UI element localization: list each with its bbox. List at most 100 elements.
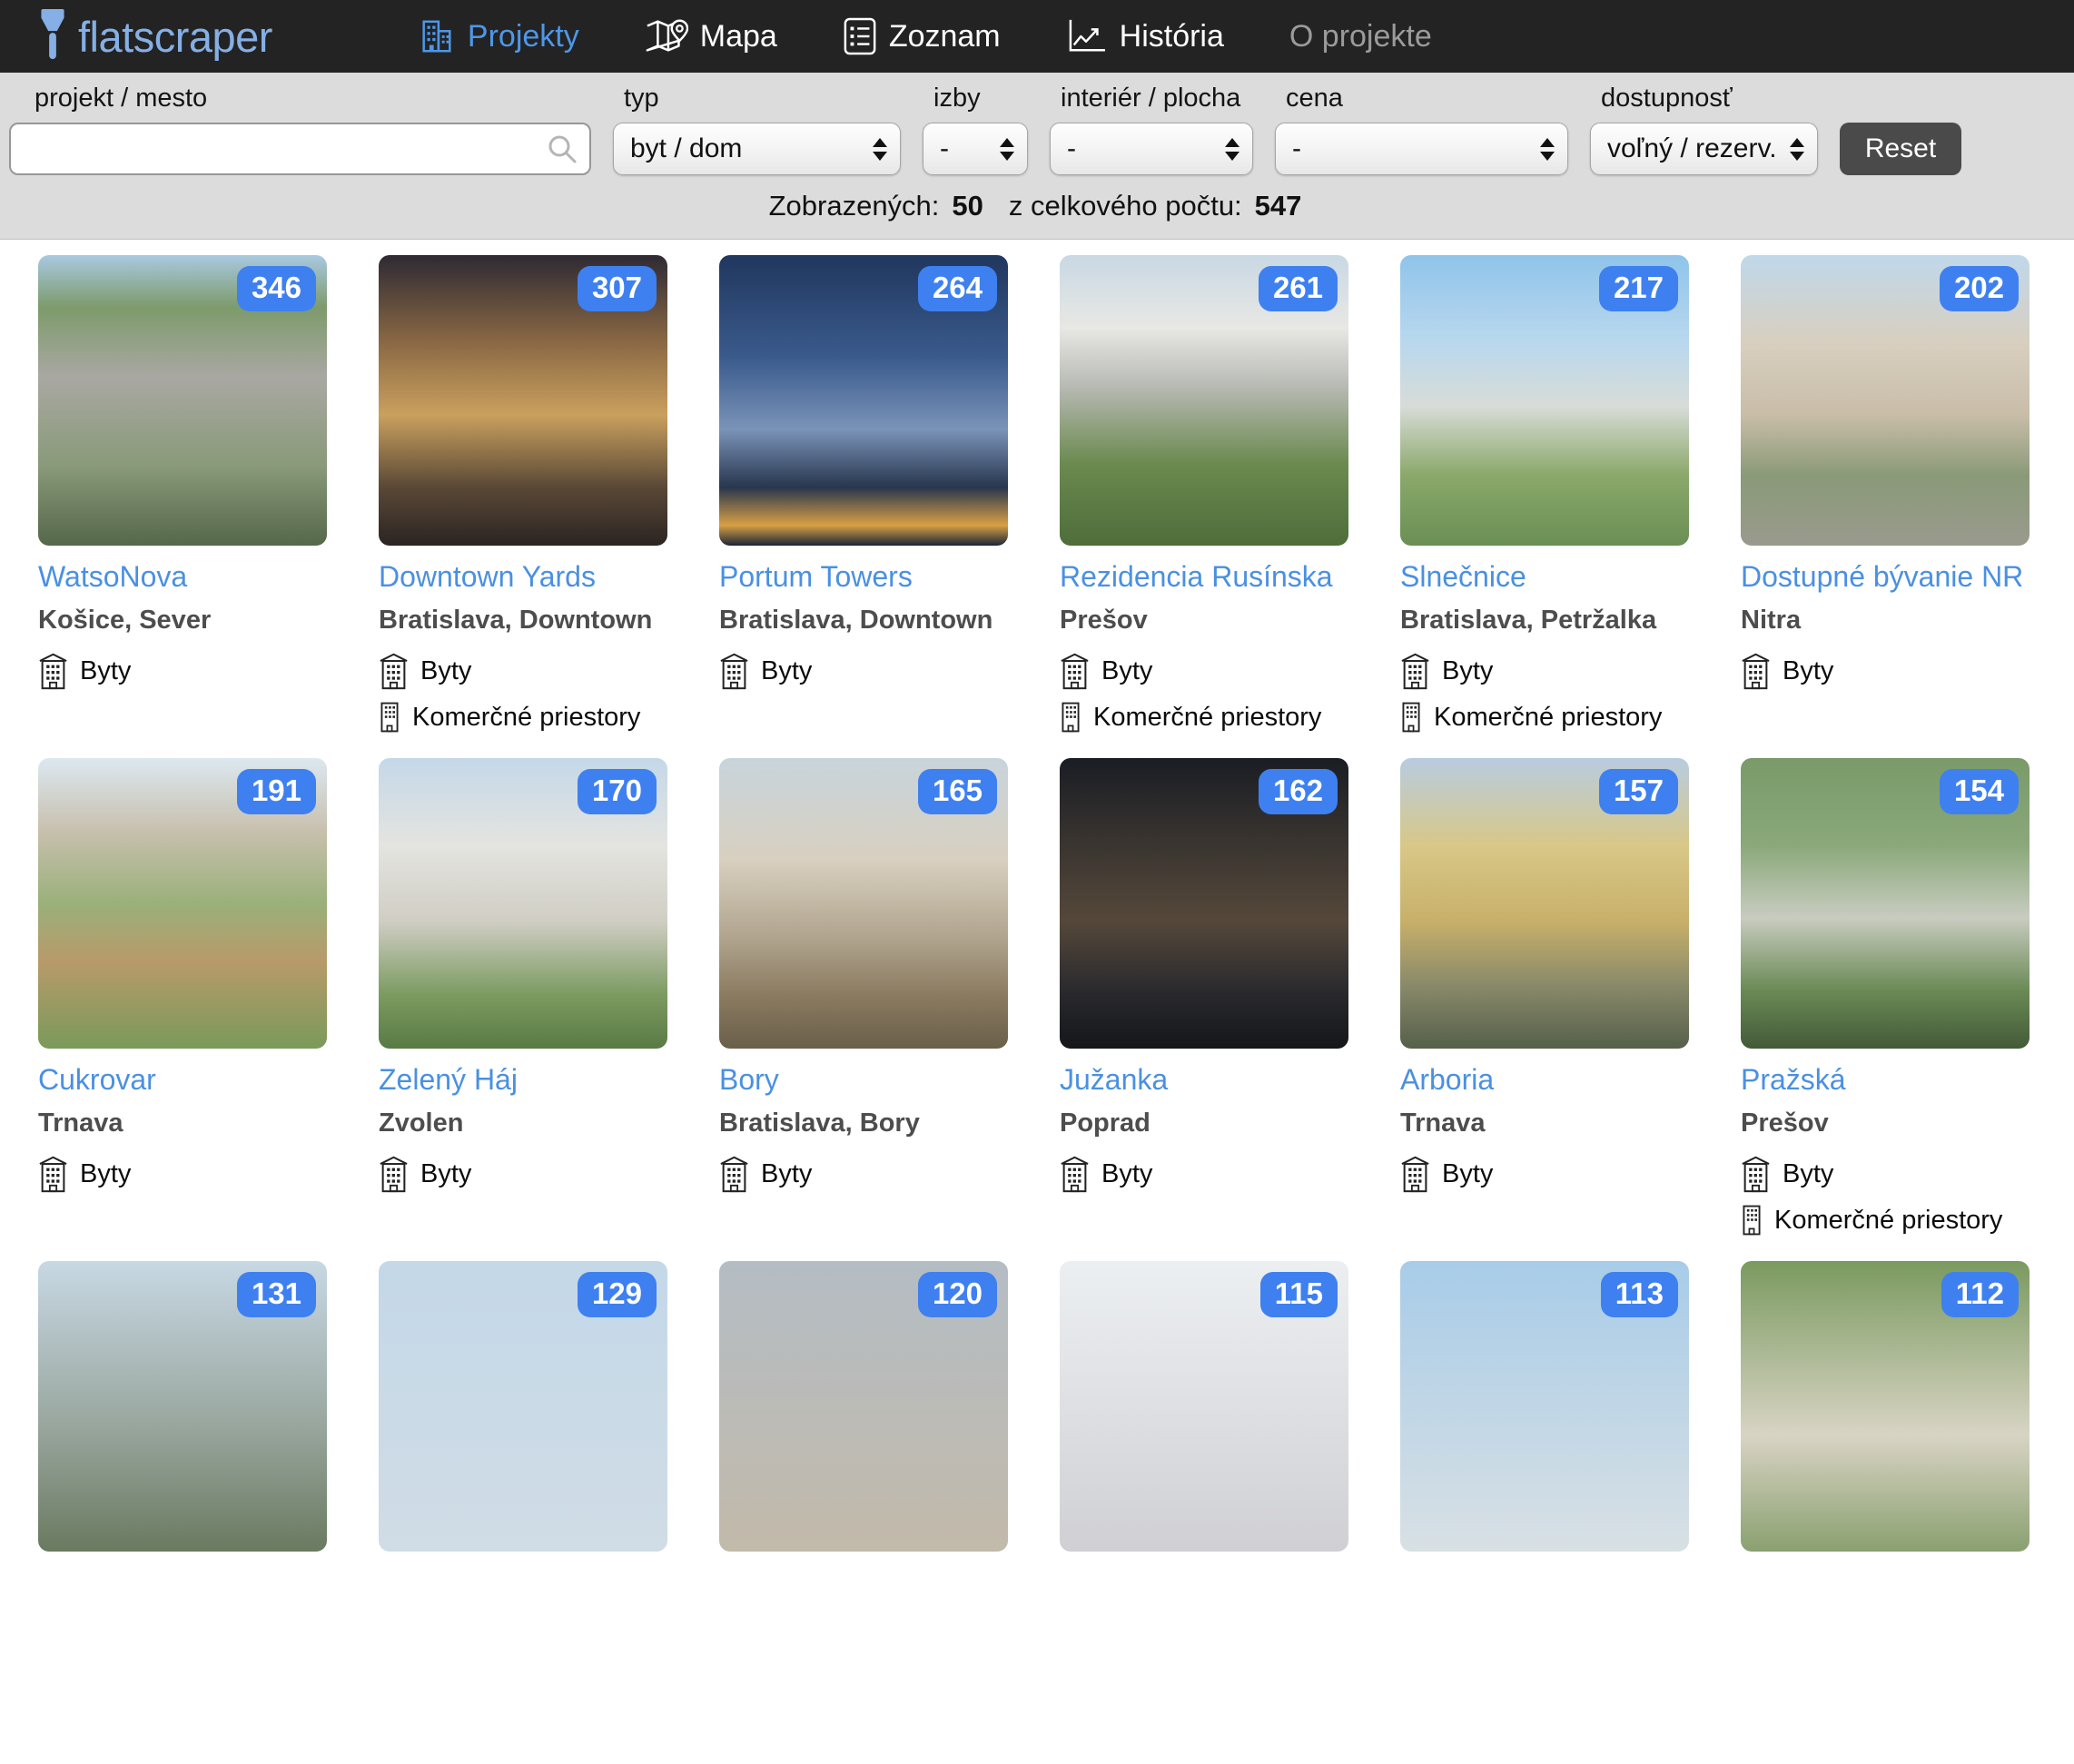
project-card: 131 [38,1261,327,1764]
scraper-logo-icon [40,8,65,65]
project-tags: Byty [1400,1155,1689,1193]
tag-label: Komerčné priestory [1093,703,1321,733]
shown-count: 50 [952,190,983,222]
unit-count-badge: 202 [1940,266,2019,311]
project-title-link[interactable]: Pražská [1741,1063,1846,1097]
nav-item-o-projekte[interactable]: O projekte [1289,19,1432,54]
apartments-icon [379,1155,409,1193]
apartments-icon [719,1155,749,1193]
search-input[interactable] [9,123,591,175]
project-photo[interactable]: 154 [1741,758,2030,1049]
nav-items: Projekty Mapa Zoznam História O projekte [418,17,1432,55]
project-title-link[interactable]: Bory [719,1063,779,1097]
unit-count-badge: 115 [1260,1272,1338,1317]
select-arrows-icon [873,138,887,161]
unit-count-badge: 131 [237,1272,316,1317]
brand-name: flatscraper [78,12,272,62]
apartments-icon [1400,1155,1430,1193]
project-photo[interactable]: 115 [1060,1261,1348,1552]
unit-count-badge: 112 [1941,1272,2019,1317]
brand-logo[interactable]: flatscraper [40,8,272,65]
project-card: 261 Rezidencia Rusínska Prešov Byty Kome… [1060,255,1348,758]
project-photo[interactable]: 131 [38,1261,327,1552]
project-photo[interactable]: 170 [379,758,667,1049]
project-photo[interactable]: 165 [719,758,1008,1049]
tag-byty: Byty [1741,652,2030,690]
project-location: Prešov [1741,1109,2030,1138]
project-title-link[interactable]: Portum Towers [719,560,913,594]
cena-select[interactable]: - [1275,123,1568,175]
project-grid: 346 WatsoNova Košice, Sever Byty 307 Dow… [0,240,2074,1764]
filter-bar: projekt / mesto typ byt / dom izby - [0,73,2074,240]
project-location: Bratislava, Downtown [379,606,667,636]
buildings-icon [418,17,456,55]
project-tags: Byty Komerčné priestory [1741,1155,2030,1237]
project-photo[interactable]: 307 [379,255,667,546]
project-photo[interactable]: 112 [1741,1261,2030,1552]
project-tags: Byty Komerčné priestory [379,652,667,734]
project-title-link[interactable]: Downtown Yards [379,560,596,594]
project-title-link[interactable]: Zelený Háj [379,1063,518,1097]
unit-count-badge: 162 [1259,769,1338,814]
project-title-link[interactable]: Južanka [1060,1063,1168,1097]
project-location: Trnava [38,1109,327,1138]
project-photo[interactable]: 191 [38,758,327,1049]
project-photo[interactable]: 162 [1060,758,1348,1049]
filter-group-typ: typ byt / dom [613,82,901,175]
project-photo[interactable]: 264 [719,255,1008,546]
tag-label: Byty [1783,1159,1833,1189]
project-photo[interactable]: 261 [1060,255,1348,546]
select-arrows-icon [1000,138,1014,161]
nav-item-historia[interactable]: História [1066,18,1224,54]
project-tags: Byty Komerčné priestory [1060,652,1348,734]
nav-item-mapa[interactable]: Mapa [645,17,777,55]
project-card: 157 Arboria Trnava Byty [1400,758,1689,1261]
map-icon [645,17,688,55]
project-card: 191 Cukrovar Trnava Byty [38,758,327,1261]
project-photo[interactable]: 120 [719,1261,1008,1552]
interier-select[interactable]: - [1050,123,1253,175]
project-location: Bratislava, Bory [719,1109,1008,1138]
apartments-icon [719,652,749,690]
filter-group-interier: interiér / plocha - [1050,82,1253,175]
project-photo[interactable]: 346 [38,255,327,546]
project-tags: Byty [1060,1155,1348,1193]
project-photo[interactable]: 129 [379,1261,667,1552]
project-photo[interactable]: 217 [1400,255,1689,546]
project-card: 202 Dostupné bývanie NR Nitra Byty [1741,255,2030,758]
project-card: 154 Pražská Prešov Byty Komerčné priesto… [1741,758,2030,1261]
dostupnost-select[interactable]: voľný / rezerv. [1590,123,1818,175]
project-title-link[interactable]: WatsoNova [38,560,187,594]
project-title-link[interactable]: Arboria [1400,1063,1494,1097]
project-title-link[interactable]: Slnečnice [1400,560,1526,594]
tag-label: Byty [761,656,812,686]
unit-count-badge: 217 [1599,266,1678,311]
project-card: 129 [379,1261,667,1764]
tag-komercne: Komerčné priestory [1400,701,1689,734]
nav-item-zoznam[interactable]: Zoznam [843,17,1001,55]
project-photo[interactable]: 113 [1400,1261,1689,1552]
tag-label: Byty [761,1159,812,1189]
project-title-link[interactable]: Cukrovar [38,1063,156,1097]
project-card: 113 [1400,1261,1689,1764]
nav-item-projekty[interactable]: Projekty [418,17,579,55]
project-card: 264 Portum Towers Bratislava, Downtown B… [719,255,1008,758]
apartments-icon [1060,1155,1090,1193]
project-card: 346 WatsoNova Košice, Sever Byty [38,255,327,758]
typ-select[interactable]: byt / dom [613,123,901,175]
project-photo[interactable]: 157 [1400,758,1689,1049]
apartments-icon [1741,1155,1771,1193]
reset-button[interactable]: Reset [1840,123,1961,175]
project-photo[interactable]: 202 [1741,255,2030,546]
tag-byty: Byty [38,652,327,690]
filter-group-dostupnost: dostupnosť voľný / rezerv. [1590,82,1818,175]
project-title-link[interactable]: Rezidencia Rusínska [1060,560,1333,594]
project-tags: Byty [379,1155,667,1193]
izby-select[interactable]: - [923,123,1028,175]
apartments-icon [1741,652,1771,690]
unit-count-badge: 129 [578,1272,657,1317]
project-title-link[interactable]: Dostupné bývanie NR [1741,560,2023,594]
tag-byty: Byty [1741,1155,2030,1193]
unit-count-badge: 120 [918,1272,997,1317]
project-card: 307 Downtown Yards Bratislava, Downtown … [379,255,667,758]
